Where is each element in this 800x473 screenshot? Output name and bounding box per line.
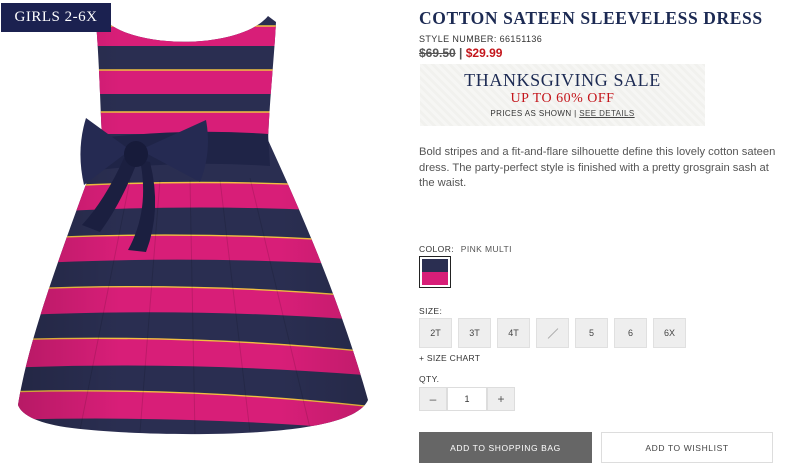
price-separator: | xyxy=(459,46,463,60)
quantity-input[interactable] xyxy=(447,387,487,411)
style-number: 66151136 xyxy=(499,34,543,44)
product-description: Bold stripes and a fit-and-flare silhoue… xyxy=(419,146,776,189)
add-to-shopping-bag-button[interactable]: ADD TO SHOPPING BAG xyxy=(419,432,592,463)
category-badge[interactable]: GIRLS 2-6X xyxy=(1,3,111,32)
size-option-3t[interactable]: 3T xyxy=(458,318,491,348)
size-option-6[interactable]: 6 xyxy=(614,318,647,348)
size-option-5[interactable]: 5 xyxy=(575,318,608,348)
size-option-2t[interactable]: 2T xyxy=(419,318,452,348)
size-option-unavailable xyxy=(536,318,569,348)
size-option-4t[interactable]: 4T xyxy=(497,318,530,348)
color-label-row: COLOR: PINK MULTI xyxy=(419,244,512,254)
quantity-decrease-button[interactable]: – xyxy=(419,387,447,411)
color-swatch-pink-multi[interactable] xyxy=(419,256,451,288)
sale-banner-subheading: UP TO 60% OFF xyxy=(510,91,615,106)
sale-banner-note: PRICES AS SHOWN | SEE DETAILS xyxy=(420,109,705,118)
product-image[interactable] xyxy=(0,0,400,473)
color-value: PINK MULTI xyxy=(460,244,512,254)
see-details-link[interactable]: SEE DETAILS xyxy=(579,109,634,118)
style-number-label: STYLE NUMBER: xyxy=(419,34,497,44)
quantity-increase-button[interactable]: + xyxy=(487,387,515,411)
size-chart-link[interactable]: + SIZE CHART xyxy=(419,353,480,363)
add-to-wishlist-button[interactable]: ADD TO WISHLIST xyxy=(601,432,773,463)
product-image-area: GIRLS 2-6X xyxy=(0,0,400,473)
color-swatch-image xyxy=(422,259,448,285)
sale-price: $29.99 xyxy=(465,46,503,60)
size-label: SIZE: xyxy=(419,306,443,316)
dress-stripes xyxy=(18,16,368,435)
quantity-label: QTY. xyxy=(419,374,440,384)
product-title: COTTON SATEEN SLEEVELESS DRESS xyxy=(419,8,763,28)
prices-as-shown-text: PRICES AS SHOWN | xyxy=(490,109,577,118)
product-info-panel: COTTON SATEEN SLEEVELESS DRESS STYLE NUM… xyxy=(400,0,800,473)
color-label: COLOR: xyxy=(419,244,454,254)
sale-banner: THANKSGIVING SALE UP TO 60% OFF PRICES A… xyxy=(420,64,705,126)
original-price: $69.50 xyxy=(419,46,456,60)
size-option-6x[interactable]: 6X xyxy=(653,318,686,348)
style-number-line: STYLE NUMBER: 66151136 xyxy=(419,34,542,44)
price-line: $69.50 | $29.99 xyxy=(419,46,502,60)
sale-banner-heading: THANKSGIVING SALE xyxy=(464,70,661,90)
